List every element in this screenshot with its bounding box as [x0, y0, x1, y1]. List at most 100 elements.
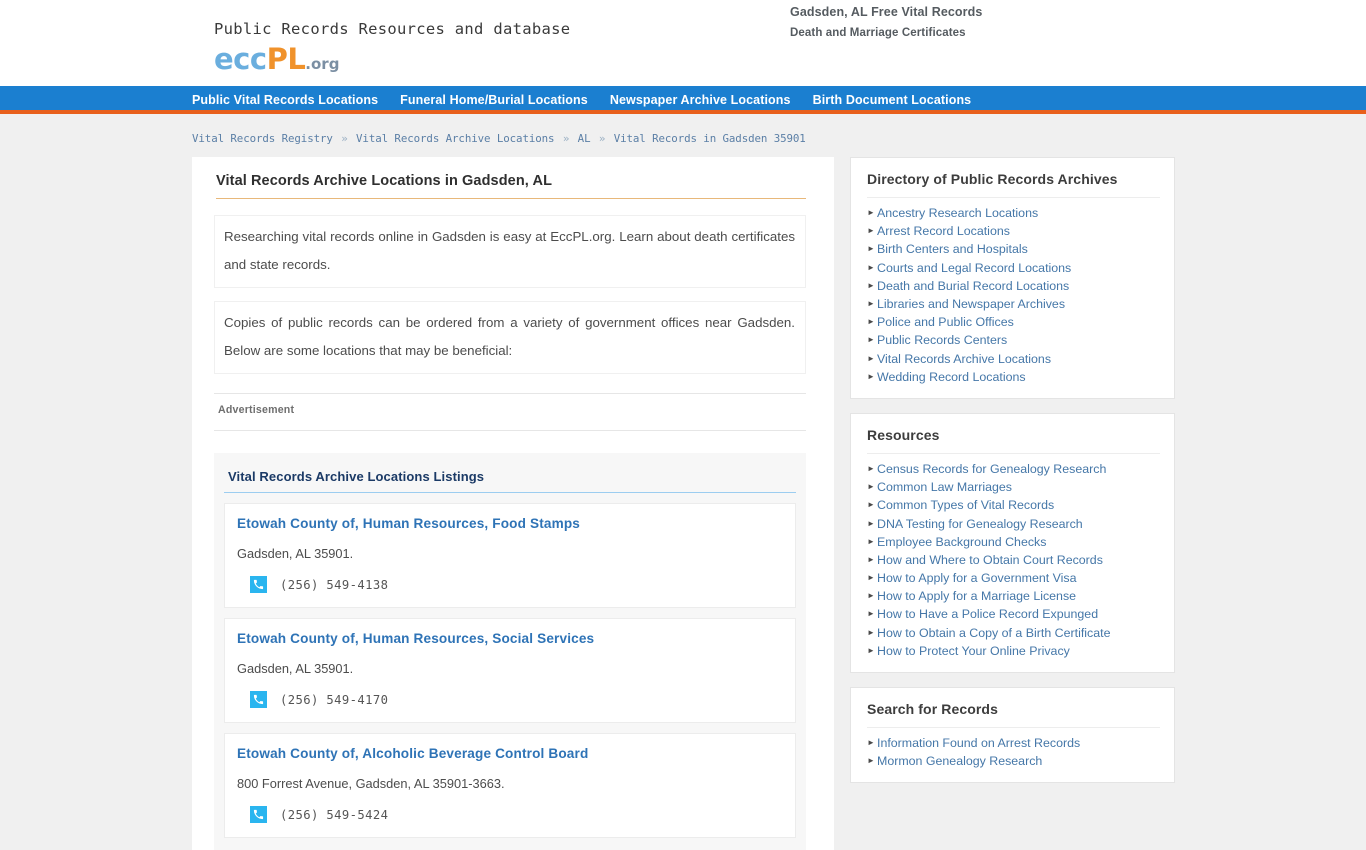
breadcrumb-item-registry[interactable]: Vital Records Registry — [192, 132, 333, 145]
triangle-right-icon: ► — [867, 500, 875, 510]
sidebar-item-police-record-expunged[interactable]: ► How to Have a Police Record Expunged — [867, 605, 1160, 623]
listing-phone-number[interactable]: (256) 549-5424 — [280, 808, 388, 822]
sidebar-link-label[interactable]: Birth Centers and Hospitals — [877, 242, 1028, 256]
breadcrumb-item-state[interactable]: AL — [578, 132, 591, 145]
sidebar-link-label[interactable]: Common Types of Vital Records — [877, 498, 1054, 512]
listing-item: Etowah County of, Human Resources, Food … — [224, 503, 796, 608]
sidebar-link-label[interactable]: DNA Testing for Genealogy Research — [877, 517, 1083, 531]
triangle-right-icon: ► — [867, 518, 875, 528]
sidebar-link-label[interactable]: How to Apply for a Marriage License — [877, 589, 1076, 603]
listing-name[interactable]: Etowah County of, Alcoholic Beverage Con… — [237, 746, 781, 761]
phone-icon — [250, 576, 267, 593]
sidebar-item-common-law-marriages[interactable]: ► Common Law Marriages — [867, 478, 1160, 496]
sidebar-item-marriage-license[interactable]: ► How to Apply for a Marriage License — [867, 587, 1160, 605]
sidebar-item-birth-centers-hospitals[interactable]: ► Birth Centers and Hospitals — [867, 240, 1160, 258]
sidebar-item-employee-background-checks[interactable]: ► Employee Background Checks — [867, 533, 1160, 551]
sidebar-link-label[interactable]: Information Found on Arrest Records — [877, 736, 1080, 750]
sidebar-link-label[interactable]: Wedding Record Locations — [877, 370, 1026, 384]
sidebar-card-title: Search for Records — [867, 701, 1160, 728]
sidebar-link-label[interactable]: Libraries and Newspaper Archives — [877, 297, 1065, 311]
listing-name[interactable]: Etowah County of, Human Resources, Food … — [237, 516, 781, 531]
sidebar-link-label[interactable]: Arrest Record Locations — [877, 224, 1010, 238]
triangle-right-icon: ► — [867, 353, 875, 363]
sidebar-item-arrest-record-locations[interactable]: ► Arrest Record Locations — [867, 222, 1160, 240]
sidebar-card-title: Directory of Public Records Archives — [867, 171, 1160, 198]
sidebar-link-label[interactable]: Police and Public Offices — [877, 315, 1014, 329]
breadcrumb-item-current[interactable]: Vital Records in Gadsden 35901 — [614, 132, 806, 145]
sidebar-link-label[interactable]: How and Where to Obtain Court Records — [877, 553, 1103, 567]
sidebar-item-libraries-newspaper-archives[interactable]: ► Libraries and Newspaper Archives — [867, 295, 1160, 313]
sidebar-card-resources: Resources ► Census Records for Genealogy … — [850, 412, 1175, 673]
sidebar-link-label[interactable]: Courts and Legal Record Locations — [877, 261, 1071, 275]
sidebar-item-common-types-vital-records[interactable]: ► Common Types of Vital Records — [867, 496, 1160, 514]
page-title: Vital Records Archive Locations in Gadsd… — [216, 173, 806, 199]
sidebar-item-death-burial-record-locations[interactable]: ► Death and Burial Record Locations — [867, 277, 1160, 295]
sidebar-link-label[interactable]: Ancestry Research Locations — [877, 206, 1038, 220]
advertisement-label: Advertisement — [218, 404, 295, 416]
sidebar-link-label[interactable]: How to Apply for a Government Visa — [877, 571, 1077, 585]
sidebar-item-wedding-record-locations[interactable]: ► Wedding Record Locations — [867, 368, 1160, 386]
sidebar-item-dna-testing[interactable]: ► DNA Testing for Genealogy Research — [867, 514, 1160, 532]
sidebar-link-label[interactable]: How to Protect Your Online Privacy — [877, 644, 1070, 658]
listing-item: Etowah County of, Alcoholic Beverage Con… — [224, 733, 796, 838]
listing-phone-number[interactable]: (256) 549-4170 — [280, 693, 388, 707]
breadcrumb: Vital Records Registry » Vital Records A… — [192, 132, 806, 145]
triangle-right-icon: ► — [867, 756, 875, 766]
sidebar-link-label[interactable]: Census Records for Genealogy Research — [877, 462, 1106, 476]
sidebar-item-obtain-court-records[interactable]: ► How and Where to Obtain Court Records — [867, 551, 1160, 569]
phone-icon — [250, 806, 267, 823]
sidebar-link-label[interactable]: Common Law Marriages — [877, 480, 1012, 494]
triangle-right-icon: ► — [867, 554, 875, 564]
triangle-right-icon: ► — [867, 627, 875, 637]
sidebar-link-label[interactable]: How to Obtain a Copy of a Birth Certific… — [877, 626, 1110, 640]
sidebar-link-label[interactable]: Public Records Centers — [877, 333, 1007, 347]
sidebar-link-label[interactable]: Vital Records Archive Locations — [877, 352, 1051, 366]
triangle-right-icon: ► — [867, 645, 875, 655]
header-subtitle-block: Gadsden, AL Free Vital Records Death and… — [790, 5, 982, 39]
sidebar-item-government-visa[interactable]: ► How to Apply for a Government Visa — [867, 569, 1160, 587]
listing-phone-number[interactable]: (256) 549-4138 — [280, 578, 388, 592]
triangle-right-icon: ► — [867, 591, 875, 601]
site-header: Public Records Resources and database ec… — [0, 0, 1366, 86]
triangle-right-icon: ► — [867, 371, 875, 381]
sidebar-link-label[interactable]: Death and Burial Record Locations — [877, 279, 1069, 293]
site-logo[interactable]: eccPL.org — [214, 45, 570, 74]
advertisement-slot: Advertisement — [214, 393, 806, 431]
phone-icon — [250, 691, 267, 708]
logo-part-pl: PL — [266, 42, 306, 76]
sidebar-card-search-for-records: Search for Records ► Information Found on… — [850, 686, 1175, 784]
sidebar: Directory of Public Records Archives ► An… — [834, 157, 1175, 850]
sidebar-item-police-public-offices[interactable]: ► Police and Public Offices — [867, 313, 1160, 331]
sidebar-item-birth-certificate-copy[interactable]: ► How to Obtain a Copy of a Birth Certifi… — [867, 624, 1160, 642]
listing-item: Etowah County of, Human Resources, Socia… — [224, 618, 796, 723]
sidebar-link-label[interactable]: Employee Background Checks — [877, 535, 1046, 549]
triangle-right-icon: ► — [867, 299, 875, 309]
sidebar-link-label[interactable]: Mormon Genealogy Research — [877, 754, 1042, 768]
intro-paragraph-2: Copies of public records can be ordered … — [214, 301, 806, 374]
listing-name[interactable]: Etowah County of, Human Resources, Socia… — [237, 631, 781, 646]
listing-phone-row: (256) 549-4138 — [237, 576, 781, 593]
nav-item-public-vital-records[interactable]: Public Vital Records Locations — [192, 93, 378, 107]
sidebar-item-arrest-records-info[interactable]: ► Information Found on Arrest Records — [867, 734, 1160, 752]
sidebar-item-public-records-centers[interactable]: ► Public Records Centers — [867, 331, 1160, 349]
triangle-right-icon: ► — [867, 244, 875, 254]
listings-section-title: Vital Records Archive Locations Listings — [224, 469, 796, 493]
nav-item-birth-document[interactable]: Birth Document Locations — [813, 93, 972, 107]
nav-item-funeral-home-burial[interactable]: Funeral Home/Burial Locations — [400, 93, 588, 107]
listing-address: 800 Forrest Avenue, Gadsden, AL 35901-36… — [237, 776, 505, 791]
sidebar-item-vital-records-archive-locations[interactable]: ► Vital Records Archive Locations — [867, 350, 1160, 368]
main-content: Vital Records Archive Locations in Gadsd… — [192, 157, 834, 850]
header-location-subtitle: Death and Marriage Certificates — [790, 27, 966, 39]
sidebar-item-online-privacy[interactable]: ► How to Protect Your Online Privacy — [867, 642, 1160, 660]
sidebar-item-courts-legal-record-locations[interactable]: ► Courts and Legal Record Locations — [867, 259, 1160, 277]
triangle-right-icon: ► — [867, 573, 875, 583]
brand-block[interactable]: Public Records Resources and database ec… — [214, 20, 570, 74]
triangle-right-icon: ► — [867, 226, 875, 236]
logo-part-ecc: ecc — [214, 42, 267, 76]
breadcrumb-separator: » — [598, 132, 606, 145]
nav-item-newspaper-archive[interactable]: Newspaper Archive Locations — [610, 93, 791, 107]
sidebar-link-label[interactable]: How to Have a Police Record Expunged — [877, 607, 1098, 621]
sidebar-item-census-records[interactable]: ► Census Records for Genealogy Research — [867, 460, 1160, 478]
sidebar-item-ancestry-research-locations[interactable]: ► Ancestry Research Locations — [867, 204, 1160, 222]
breadcrumb-item-archive-locations[interactable]: Vital Records Archive Locations — [356, 132, 555, 145]
